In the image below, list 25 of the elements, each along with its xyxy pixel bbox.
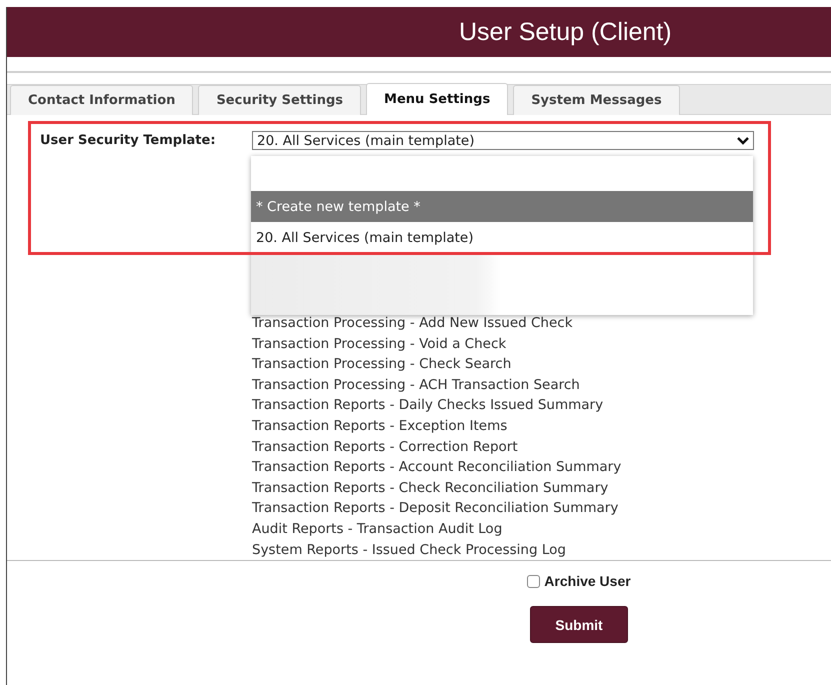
menu-entry: Transaction Reports - Account Reconciliation Summary (252, 458, 622, 478)
menu-entry: Transaction Processing - Check Search (252, 355, 512, 374)
template-select[interactable]: 20. All Services (main template) (252, 131, 754, 150)
menu-entry: Transaction Reports - Exception Items (252, 416, 508, 436)
menu-entry: System Reports - Issued Check Processing Log (252, 540, 567, 560)
caret-icon (737, 136, 749, 144)
menu-entry: Transaction Reports - Deposit Reconciliation Summary (252, 499, 620, 518)
dropdown-option[interactable]: 20. All Services (main template) (251, 222, 753, 253)
submit-button[interactable]: Submit (530, 606, 628, 643)
tab[interactable]: Contact Information (10, 85, 194, 115)
field-label: User Security Template: (40, 133, 217, 148)
tab[interactable]: System Messages (513, 85, 680, 115)
menu-entry: Audit Reports - Transaction Audit Log (252, 520, 504, 539)
menu-entry: Transaction Processing - ACH Transaction Search (252, 376, 581, 395)
checkbox-label: Archive User (544, 573, 631, 589)
dropdown-option[interactable]: * Create new template * (251, 191, 753, 222)
checkbox[interactable] (527, 574, 540, 588)
menu-entry: Transaction Reports - Correction Report (252, 438, 519, 457)
menu-entry: Transaction Reports - Check Reconciliation Summary (252, 478, 610, 498)
menu-entry: Transaction Processing - Add New Issued Check (252, 314, 574, 333)
page-title: User Setup (Client) (459, 18, 672, 46)
menu-entry: Transaction Processing - Void a Check (252, 334, 508, 354)
menu-entry: Transaction Reports - Daily Checks Issued Summary (252, 396, 604, 416)
tab[interactable]: Menu Settings (366, 83, 508, 115)
tab[interactable]: Security Settings (198, 85, 362, 115)
